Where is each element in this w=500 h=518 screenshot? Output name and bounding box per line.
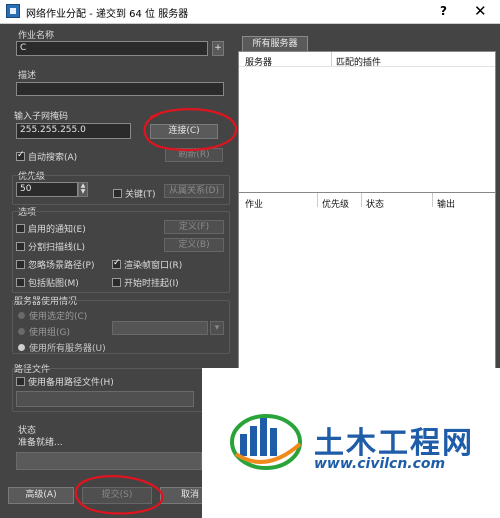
- use-selected-label: 使用选定的(C): [29, 312, 88, 322]
- jobs-col-output[interactable]: 输出: [437, 197, 455, 210]
- use-alt-path-label: 使用备用路径文件(H): [28, 378, 114, 388]
- group-select[interactable]: [112, 321, 208, 335]
- group-dropdown-button[interactable]: ▾: [210, 321, 224, 335]
- status-text: 准备就绪...: [18, 438, 63, 448]
- tab-all-servers[interactable]: 所有服务器: [242, 36, 308, 52]
- include-maps-box-icon: [16, 278, 25, 287]
- suspend-box-icon: [112, 278, 121, 287]
- description-input[interactable]: [16, 82, 224, 96]
- render-window-checkbox[interactable]: 渲染帧窗口(R): [112, 258, 182, 271]
- ignore-path-checkbox[interactable]: 忽略场景路径(P): [16, 258, 94, 271]
- ignore-path-box-icon: [16, 260, 25, 269]
- refresh-button[interactable]: 刷新(R): [165, 148, 223, 162]
- split-box-icon: [16, 242, 25, 251]
- radio-dot-selected-icon: [18, 344, 25, 351]
- spinner-down-icon[interactable]: ▼: [79, 189, 87, 195]
- auto-search-label: 自动搜索(A): [28, 153, 78, 163]
- jobs-col-status[interactable]: 状态: [366, 197, 384, 210]
- civilcn-logo-icon: [230, 414, 302, 470]
- critical-box-icon: [113, 189, 122, 198]
- radio-dot-icon: [18, 312, 25, 319]
- add-job-name-button[interactable]: +: [212, 41, 224, 56]
- jobs-col-job[interactable]: 作业: [245, 197, 263, 210]
- define-split-button[interactable]: 定义(B): [164, 238, 224, 252]
- use-all-label: 使用所有服务器(U): [29, 344, 106, 354]
- jobs-col-priority[interactable]: 优先级: [322, 197, 349, 210]
- notify-box-icon: [16, 224, 25, 233]
- dependency-button[interactable]: 从属关系(D): [164, 184, 224, 198]
- path-file-input[interactable]: [16, 391, 194, 407]
- status-progress-bar: [16, 452, 202, 470]
- window-title: 网络作业分配 - 递交到 64 位 服务器: [26, 9, 189, 20]
- notify-checkbox[interactable]: 启用的通知(E): [16, 222, 86, 235]
- critical-checkbox[interactable]: 关键(T): [113, 187, 156, 200]
- title-bar: 网络作业分配 - 递交到 64 位 服务器 ? ✕: [0, 0, 500, 24]
- watermark-overlay: 土木工程网 www.civilcn.com: [202, 368, 500, 518]
- define-notify-button[interactable]: 定义(F): [164, 220, 224, 234]
- priority-spinner[interactable]: ▲ ▼: [78, 182, 88, 197]
- split-label: 分割扫描线(L): [28, 243, 86, 253]
- radio-dot-icon: [18, 328, 25, 335]
- connect-button[interactable]: 连接(C): [150, 124, 218, 139]
- advanced-button[interactable]: 高级(A): [8, 487, 74, 504]
- watermark-url: www.civilcn.com: [314, 456, 446, 472]
- subnet-mask-input[interactable]: 255.255.255.0: [16, 123, 131, 139]
- close-button[interactable]: ✕: [474, 2, 487, 20]
- chevron-down-icon: ▾: [214, 323, 220, 333]
- render-window-label: 渲染帧窗口(R): [124, 261, 183, 271]
- subnet-mask-label: 输入子网掩码: [14, 112, 69, 122]
- auto-search-check-icon: [16, 150, 25, 161]
- use-all-radio[interactable]: 使用所有服务器(U): [18, 341, 106, 354]
- suspend-checkbox[interactable]: 开始时挂起(I): [112, 276, 179, 289]
- use-group-label: 使用组(G): [29, 328, 70, 338]
- include-maps-checkbox[interactable]: 包括贴图(M): [16, 276, 79, 289]
- use-group-radio[interactable]: 使用组(G): [18, 325, 70, 338]
- description-label: 描述: [18, 71, 37, 81]
- include-maps-label: 包括贴图(M): [28, 279, 79, 289]
- split-scanline-checkbox[interactable]: 分割扫描线(L): [16, 240, 85, 253]
- use-alt-path-checkbox[interactable]: 使用备用路径文件(H): [16, 375, 114, 388]
- app-icon: [6, 4, 20, 18]
- job-name-label: 作业名称: [18, 31, 55, 41]
- auto-search-checkbox[interactable]: 自动搜索(A): [16, 150, 77, 163]
- use-selected-radio[interactable]: 使用选定的(C): [18, 309, 87, 322]
- render-window-check-icon: [112, 258, 121, 269]
- jobs-list[interactable]: 作业 优先级 状态 输出: [238, 192, 496, 370]
- job-name-input[interactable]: C: [16, 41, 208, 56]
- use-alt-path-box-icon: [16, 377, 25, 386]
- critical-label: 关键(T): [125, 190, 156, 200]
- help-button[interactable]: ?: [440, 4, 447, 18]
- submit-button[interactable]: 提交(S): [82, 487, 152, 504]
- priority-input[interactable]: 50: [16, 182, 78, 197]
- ignore-path-label: 忽略场景路径(P): [28, 261, 95, 271]
- notify-label: 启用的通知(E): [28, 225, 86, 235]
- suspend-label: 开始时挂起(I): [124, 279, 179, 289]
- servers-list[interactable]: 服务器 匹配的插件: [238, 51, 496, 206]
